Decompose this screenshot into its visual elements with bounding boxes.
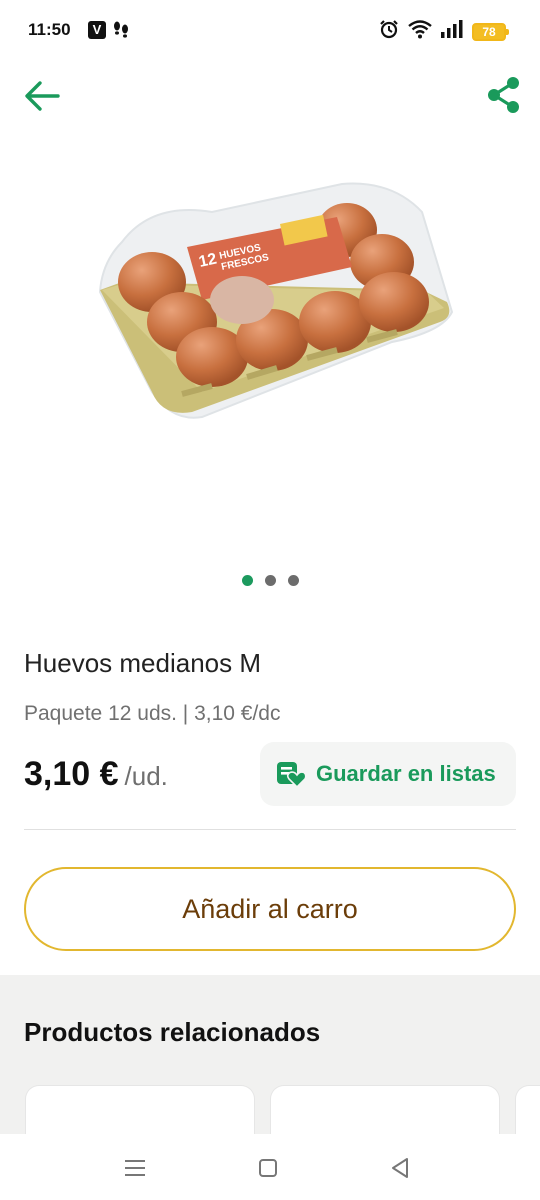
pager-dot[interactable] <box>264 575 276 586</box>
add-to-cart-label: Añadir al carro <box>182 893 358 924</box>
home-icon[interactable] <box>254 1154 282 1182</box>
alarm-icon <box>379 19 399 44</box>
product-price: 3,10 € <box>24 755 119 793</box>
save-to-lists-label: Guardar en listas <box>316 761 496 786</box>
share-button[interactable] <box>486 76 522 114</box>
system-nav-bar <box>0 1134 540 1200</box>
status-bar: 11:50 V 78 <box>0 0 540 62</box>
product-name: Huevos medianos M <box>24 648 261 678</box>
v-app-icon: V <box>88 21 106 39</box>
pager-dot[interactable] <box>287 575 299 586</box>
list-heart-icon <box>277 762 306 788</box>
status-time: 11:50 <box>28 20 71 39</box>
price-row: 3,10 € /ud. <box>24 755 168 794</box>
back-icon[interactable] <box>386 1154 414 1182</box>
share-icon <box>488 77 519 113</box>
footsteps-icon <box>112 20 130 45</box>
back-button[interactable] <box>22 76 62 116</box>
wifi-icon <box>408 19 432 44</box>
product-unit-info: Paquete 12 uds. | 3,10 €/dc <box>24 702 281 725</box>
recent-apps-icon[interactable] <box>121 1154 149 1182</box>
product-image[interactable]: 12 HUEVOS FRESCOS <box>92 172 462 432</box>
image-pager <box>0 575 540 586</box>
signal-icon <box>441 20 463 43</box>
price-unit: /ud. <box>124 761 168 791</box>
egg-carton-photo: 12 HUEVOS FRESCOS <box>98 182 454 419</box>
related-products-title: Productos relacionados <box>24 1017 321 1047</box>
related-products-section: Productos relacionados <box>0 975 540 1145</box>
pager-dot-active[interactable] <box>241 575 253 586</box>
arrow-left-icon <box>25 81 60 111</box>
save-to-lists-button[interactable]: Guardar en listas <box>260 742 516 806</box>
divider <box>24 829 516 830</box>
battery-icon: 78 <box>472 22 509 41</box>
svg-text:12: 12 <box>197 251 218 271</box>
add-to-cart-button[interactable]: Añadir al carro <box>24 867 516 951</box>
